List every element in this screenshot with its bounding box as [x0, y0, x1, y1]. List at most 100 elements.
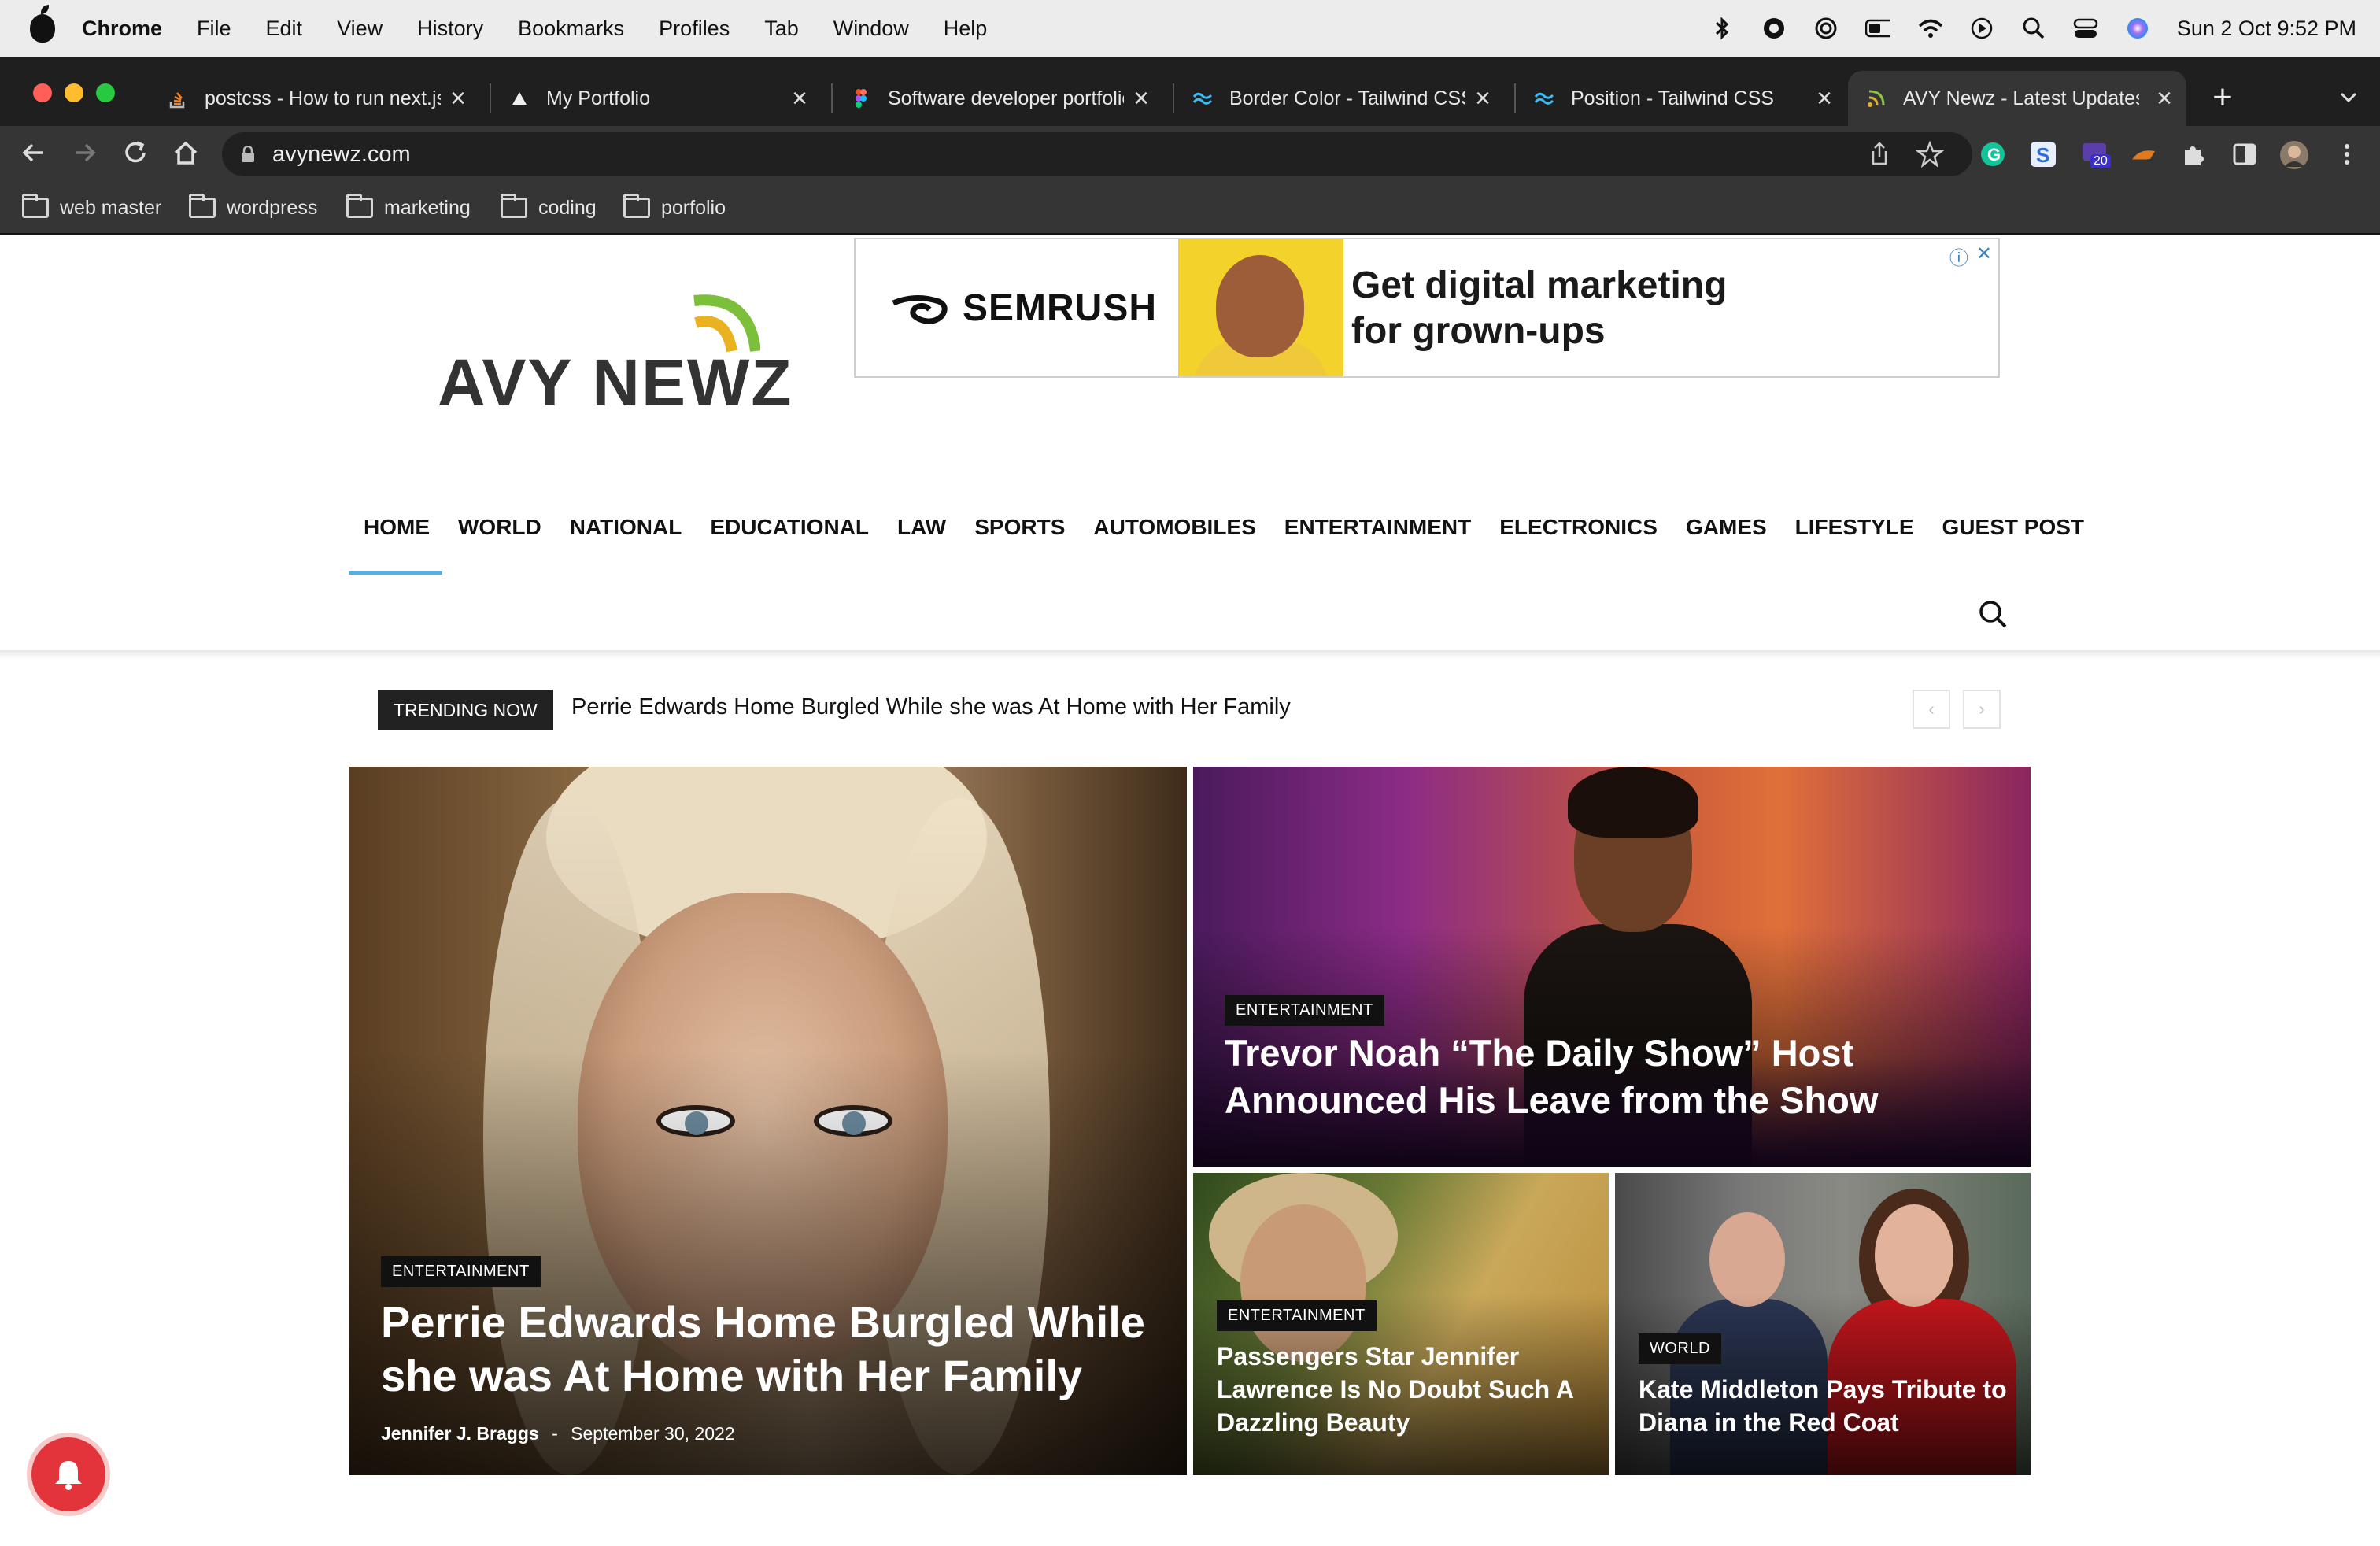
article-kate-middleton[interactable]: WORLD Kate Middleton Pays Tribute to Dia… [1615, 1173, 2031, 1475]
wifi-icon[interactable] [1917, 16, 1942, 41]
trending-next-button[interactable]: › [1963, 690, 2001, 729]
nav-home[interactable]: HOME [362, 515, 431, 540]
menu-view[interactable]: View [337, 17, 382, 41]
nav-educational[interactable]: EDUCATIONAL [708, 515, 870, 540]
notification-bell-button[interactable] [31, 1437, 105, 1511]
close-tab-icon[interactable]: × [1133, 85, 1149, 112]
tab-avy-newz[interactable]: AVY Newz - Latest Updates × [1848, 71, 2186, 126]
grammarly-extension-icon[interactable]: G [1979, 140, 2007, 168]
address-bar[interactable]: avynewz.com [222, 132, 1972, 176]
nav-entertainment[interactable]: ENTERTAINMENT [1283, 515, 1473, 540]
bookmark-label: web master [60, 196, 162, 219]
tab-postcss[interactable]: postcss - How to run next.js × [157, 71, 480, 126]
home-button[interactable] [170, 139, 201, 170]
airdrop-icon[interactable] [1813, 16, 1839, 41]
bookmark-label: marketing [384, 196, 471, 219]
tab-border-color[interactable]: Border Color - Tailwind CSS × [1182, 71, 1505, 126]
figma-icon [856, 89, 867, 108]
menu-window[interactable]: Window [833, 17, 909, 41]
nav-national[interactable]: NATIONAL [568, 515, 684, 540]
ad-line-1: Get digital marketing [1351, 264, 1728, 306]
bluetooth-icon[interactable] [1709, 16, 1735, 41]
menu-tab[interactable]: Tab [764, 17, 799, 41]
badge-extension-icon[interactable]: 20 [2079, 140, 2111, 168]
nav-world[interactable]: WORLD [456, 515, 543, 540]
url-text[interactable]: avynewz.com [272, 142, 411, 168]
menu-history[interactable]: History [417, 17, 483, 41]
nav-electronics[interactable]: ELECTRONICS [1498, 515, 1659, 540]
siri-icon[interactable] [2125, 16, 2150, 41]
puzzle-extensions-icon[interactable] [2179, 140, 2207, 168]
side-panel-icon[interactable] [2230, 140, 2259, 168]
tab-software-developer[interactable]: Software developer portfolio × [841, 71, 1163, 126]
author-name[interactable]: Jennifer J. Braggs [381, 1423, 539, 1444]
article-trevor-noah[interactable]: ENTERTAINMENT Trevor Noah “The Daily Sho… [1193, 767, 2031, 1167]
close-tab-icon[interactable]: × [792, 85, 808, 112]
zoom-window-button[interactable] [96, 83, 115, 102]
control-center-icon[interactable] [2073, 16, 2098, 41]
menu-file[interactable]: File [197, 17, 231, 41]
site-search-icon[interactable] [1977, 598, 2009, 630]
menu-bookmarks[interactable]: Bookmarks [518, 17, 624, 41]
category-badge[interactable]: ENTERTAINMENT [381, 1256, 541, 1287]
nav-guest-post[interactable]: GUEST POST [1941, 515, 2086, 540]
fox-extension-icon[interactable] [2128, 140, 2156, 168]
play-icon[interactable] [1969, 16, 1994, 41]
bookmark-folder-wordpress[interactable]: wordpress [189, 192, 317, 224]
ad-close-icon[interactable]: ✕ [1976, 242, 1992, 270]
article-title[interactable]: Trevor Noah “The Daily Show” Host Announ… [1225, 1030, 1878, 1124]
spotlight-search-icon[interactable] [2021, 16, 2046, 41]
apple-icon[interactable] [30, 5, 55, 43]
article-title[interactable]: Passengers Star Jennifer Lawrence Is No … [1217, 1340, 1574, 1439]
bookmark-folder-coding[interactable]: coding [501, 192, 597, 224]
bookmark-folder-marketing[interactable]: marketing [346, 192, 471, 224]
tab-search-chevron-icon[interactable] [2333, 83, 2364, 115]
featured-article-perrie[interactable]: ENTERTAINMENT Perrie Edwards Home Burgle… [349, 767, 1187, 1475]
bookmark-folder-web-master[interactable]: web master [22, 192, 161, 224]
bookmark-folder-porfolio[interactable]: porfolio [623, 192, 726, 224]
menu-edit[interactable]: Edit [266, 17, 303, 41]
menubar-clock[interactable]: Sun 2 Oct 9:52 PM [2177, 17, 2356, 41]
menu-app-chrome[interactable]: Chrome [82, 17, 162, 41]
close-window-button[interactable] [33, 83, 52, 102]
close-tab-icon[interactable]: × [450, 85, 466, 112]
chrome-menu-icon[interactable] [2333, 140, 2361, 168]
tab-position[interactable]: Position - Tailwind CSS × [1524, 71, 1846, 126]
lock-icon[interactable] [241, 146, 255, 163]
share-icon[interactable] [1865, 140, 1894, 168]
back-button[interactable] [17, 139, 49, 170]
nav-lifestyle[interactable]: LIFESTYLE [1794, 515, 1916, 540]
nav-law[interactable]: LAW [896, 515, 948, 540]
minimize-window-button[interactable] [65, 83, 83, 102]
category-badge[interactable]: ENTERTAINMENT [1217, 1300, 1377, 1331]
profile-avatar[interactable] [2279, 140, 2308, 169]
battery-icon[interactable] [1864, 16, 1890, 41]
bell-icon [55, 1461, 82, 1490]
category-badge[interactable]: ENTERTAINMENT [1225, 995, 1384, 1026]
close-tab-icon[interactable]: × [2156, 85, 2172, 112]
ad-info-icon[interactable]: ⓘ [1949, 242, 1968, 270]
close-tab-icon[interactable]: × [1475, 85, 1491, 112]
nav-sports[interactable]: SPORTS [973, 515, 1066, 540]
bookmark-star-icon[interactable] [1915, 140, 1945, 168]
tab-my-portfolio[interactable]: My Portfolio × [499, 71, 822, 126]
forward-button[interactable] [69, 139, 101, 170]
menu-profiles[interactable]: Profiles [659, 17, 730, 41]
article-jennifer-lawrence[interactable]: ENTERTAINMENT Passengers Star Jennifer L… [1193, 1173, 1609, 1475]
trending-headline-link[interactable]: Perrie Edwards Home Burgled While she wa… [571, 694, 1291, 720]
trending-prev-button[interactable]: ‹ [1913, 690, 1950, 729]
s-extension-icon[interactable]: S [2029, 140, 2057, 168]
semrush-ad-banner[interactable]: SEMRUSH Get digital marketing for grown-… [854, 238, 2000, 378]
reload-button[interactable] [120, 139, 151, 170]
close-tab-icon[interactable]: × [1816, 85, 1832, 112]
grammarly-icon[interactable] [1761, 16, 1787, 41]
macos-menubar: Chrome File Edit View History Bookmarks … [0, 0, 2380, 57]
nav-games[interactable]: GAMES [1684, 515, 1768, 540]
site-logo[interactable]: AVY NEWZ [438, 283, 792, 420]
article-title[interactable]: Perrie Edwards Home Burgled While she wa… [381, 1296, 1145, 1403]
category-badge[interactable]: WORLD [1639, 1333, 1721, 1364]
menu-help[interactable]: Help [944, 17, 988, 41]
new-tab-button[interactable]: + [2207, 80, 2238, 115]
nav-automobiles[interactable]: AUTOMOBILES [1092, 515, 1257, 540]
article-title[interactable]: Kate Middleton Pays Tribute to Diana in … [1639, 1373, 2007, 1439]
